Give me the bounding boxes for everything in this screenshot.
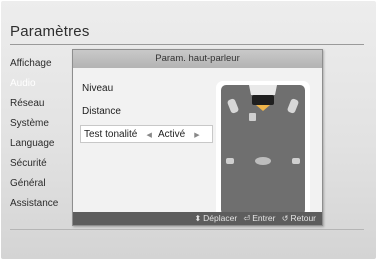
settings-screen: Paramètres Affichage Audio Réseau Systèm…: [1, 1, 376, 259]
option-test-tonalite-label: Test tonalité: [84, 129, 138, 140]
speaker-layout: [216, 81, 310, 219]
menu-item-securite[interactable]: Sécurité: [8, 154, 72, 174]
tv-shape: [249, 85, 277, 95]
menu-item-language[interactable]: Language: [8, 134, 72, 154]
arrow-right-icon[interactable]: ▶: [193, 127, 201, 145]
arrow-left-icon[interactable]: ◀: [145, 127, 153, 145]
menu-item-affichage[interactable]: Affichage: [8, 54, 72, 74]
page-title: Paramètres: [10, 23, 90, 40]
speaker-diagram: [221, 85, 305, 215]
dialog-title: Param. haut-parleur: [73, 50, 322, 68]
title-divider: [10, 44, 364, 45]
menu-item-general[interactable]: Général: [8, 174, 72, 194]
menu-item-reseau[interactable]: Réseau: [8, 94, 72, 114]
dialog-footer: ⬍ Déplacer ⏎ Entrer ↺ Retour: [73, 212, 322, 225]
subwoofer-icon: [249, 113, 256, 121]
test-tonalite-value: Activé: [157, 129, 186, 140]
surround-left-speaker-icon: [226, 158, 234, 164]
option-test-tonalite[interactable]: Test tonalité ◀ Activé ▶: [80, 125, 213, 143]
enter-icon: ⏎: [243, 214, 251, 223]
surround-right-speaker-icon: [292, 158, 300, 164]
option-distance[interactable]: Distance: [82, 103, 121, 121]
speaker-settings-dialog: Param. haut-parleur Niveau Distance Test…: [72, 49, 323, 226]
bottom-divider: [10, 229, 364, 230]
updown-arrows-icon: ⬍: [194, 214, 202, 223]
settings-menu: Affichage Audio Réseau Système Language …: [8, 54, 72, 214]
menu-item-audio[interactable]: Audio: [8, 74, 72, 94]
listener-position-icon: [255, 157, 271, 165]
menu-item-systeme[interactable]: Système: [8, 114, 72, 134]
return-icon: ↺: [281, 214, 289, 223]
menu-item-assistance[interactable]: Assistance: [8, 194, 72, 214]
footer-return: ↺ Retour: [281, 213, 316, 223]
footer-enter: ⏎ Entrer: [243, 213, 276, 223]
footer-move: ⬍ Déplacer: [194, 213, 238, 223]
center-speaker-icon: [252, 95, 274, 105]
option-niveau[interactable]: Niveau: [82, 80, 113, 98]
